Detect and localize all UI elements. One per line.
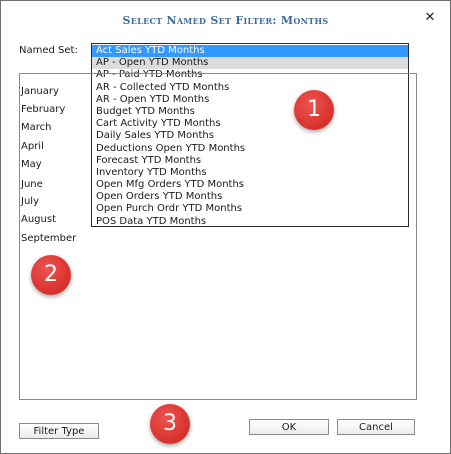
callout-badge-1: 1 — [294, 90, 334, 130]
close-icon[interactable]: ✕ — [423, 11, 437, 25]
named-set-option[interactable]: Act Sales YTD Months — [92, 45, 408, 58]
member-item[interactable]: February — [21, 104, 65, 115]
named-set-filter-dialog: Select Named Set Filter: Months ✕ Named … — [0, 0, 451, 454]
filter-type-button[interactable]: Filter Type — [19, 423, 99, 439]
member-item[interactable]: September — [21, 233, 76, 244]
member-item[interactable]: March — [21, 122, 51, 133]
named-set-option[interactable]: AP - Open YTD Months — [92, 57, 408, 70]
member-item[interactable]: May — [21, 159, 42, 170]
member-item[interactable]: July — [21, 196, 39, 207]
member-item[interactable]: January — [21, 86, 59, 97]
cancel-button[interactable]: Cancel — [337, 419, 415, 435]
ok-button[interactable]: OK — [249, 419, 329, 435]
members-list[interactable]: January February March April May June July Augu… — [19, 73, 417, 400]
member-item[interactable]: June — [21, 179, 43, 190]
member-item[interactable]: August — [21, 214, 56, 225]
dialog-title: Select Named Set Filter: Months — [122, 14, 329, 27]
callout-badge-3: 3 — [150, 404, 190, 444]
named-set-label: Named Set: — [19, 45, 78, 56]
callout-badge-2: 2 — [31, 255, 71, 295]
member-item[interactable]: April — [21, 141, 44, 152]
